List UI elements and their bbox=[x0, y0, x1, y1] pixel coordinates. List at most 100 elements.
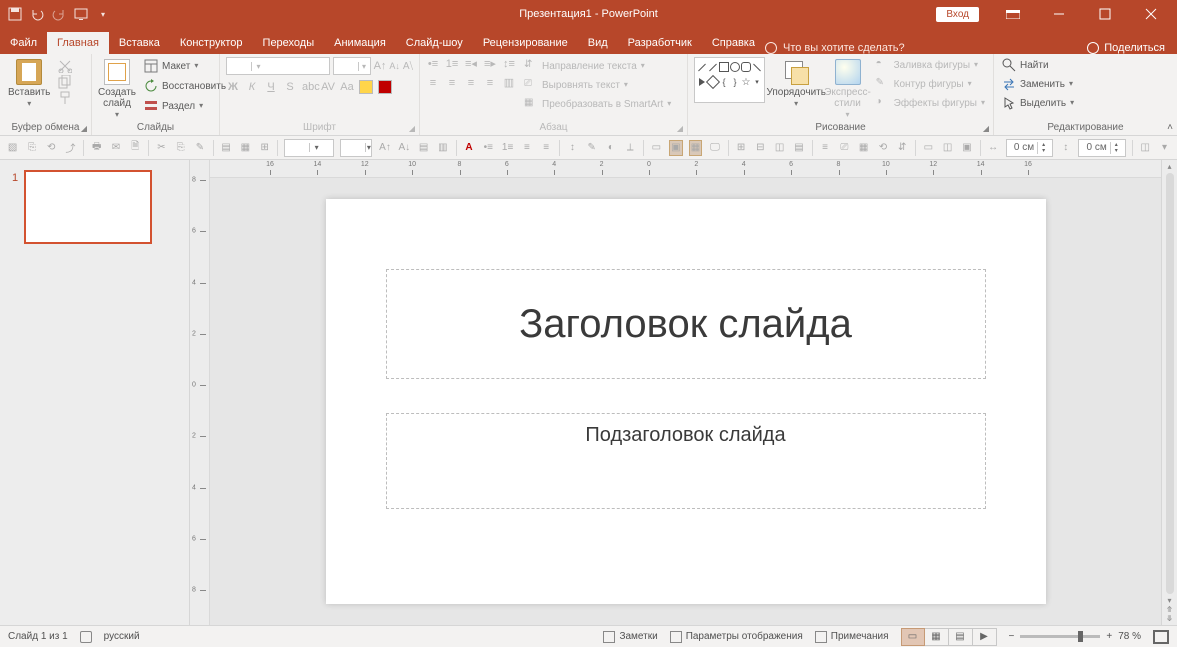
numbering-button[interactable]: 1≡ bbox=[445, 58, 459, 70]
change-case-button[interactable]: Aa bbox=[340, 81, 354, 93]
qat-icon[interactable]: A↑ bbox=[378, 140, 391, 156]
collapse-ribbon-icon[interactable]: ˄ bbox=[1167, 122, 1173, 133]
qat-icon[interactable]: ↕ bbox=[566, 140, 579, 156]
scroll-down-icon[interactable]: ▾ bbox=[1167, 596, 1171, 605]
qat-icon[interactable]: ▥ bbox=[436, 140, 449, 156]
dialog-launcher-icon[interactable]: ◢ bbox=[677, 124, 683, 133]
zoom-slider[interactable] bbox=[1020, 635, 1100, 638]
shadow-button[interactable]: abc bbox=[302, 81, 316, 93]
line-arrow-shape-icon[interactable] bbox=[709, 63, 717, 71]
tab-slideshow[interactable]: Слайд-шоу bbox=[396, 32, 473, 54]
line-spacing-button[interactable]: ↕≡ bbox=[502, 58, 516, 70]
share-button[interactable]: Поделиться bbox=[1075, 42, 1177, 54]
qat-icon[interactable]: ✎ bbox=[585, 140, 598, 156]
decrease-font-icon[interactable]: A↓ bbox=[389, 61, 400, 71]
qat-icon[interactable]: ⊞ bbox=[734, 140, 747, 156]
connector-shape-icon[interactable] bbox=[753, 63, 761, 71]
title-placeholder[interactable]: Заголовок слайда bbox=[386, 269, 986, 379]
shape-fill-button[interactable]: ◓Заливка фигуры▾ bbox=[874, 57, 987, 73]
star-shape-icon[interactable]: ☆ bbox=[742, 77, 751, 88]
zoom-out-icon[interactable]: − bbox=[1009, 631, 1015, 642]
rounded-rect-shape-icon[interactable] bbox=[741, 62, 751, 72]
qat-font-color[interactable]: A bbox=[462, 140, 475, 156]
shapes-gallery[interactable]: { } ☆ ▾ bbox=[694, 57, 765, 103]
shape-effects-button[interactable]: ◑Эффекты фигуры▾ bbox=[874, 95, 987, 111]
align-left-button[interactable]: ≡ bbox=[426, 77, 440, 89]
qat-icon[interactable]: ⤴ bbox=[64, 140, 77, 156]
subtitle-placeholder[interactable]: Подзаголовок слайда bbox=[386, 413, 986, 509]
tab-design[interactable]: Конструктор bbox=[170, 32, 253, 54]
undo-icon[interactable] bbox=[30, 7, 44, 21]
qat-icon[interactable]: ⎘ bbox=[25, 140, 38, 156]
qat-icon[interactable]: 🖵 bbox=[708, 140, 721, 156]
quick-styles-button[interactable]: Экспресс- стили ▾ bbox=[827, 57, 867, 119]
vertical-scrollbar[interactable]: ▴ ▾ ⤊ ⤋ bbox=[1161, 160, 1177, 625]
diamond-shape-icon[interactable] bbox=[706, 75, 720, 89]
tab-file[interactable]: Файл bbox=[0, 32, 47, 54]
notes-button[interactable]: Заметки bbox=[603, 631, 657, 643]
slide-thumbnail-pane[interactable]: 1 bbox=[0, 160, 190, 625]
shape-outline-button[interactable]: ✎Контур фигуры▾ bbox=[874, 76, 987, 92]
qat-icon[interactable]: ≡ bbox=[520, 140, 533, 156]
qat-icon[interactable]: ⎘ bbox=[174, 140, 187, 156]
paste-button[interactable]: Вставить ▾ bbox=[6, 57, 52, 108]
align-text-button[interactable]: ⎚Выровнять текст▾ bbox=[522, 77, 673, 93]
more-shapes-icon[interactable]: ▾ bbox=[755, 78, 759, 86]
replace-button[interactable]: Заменить▾ bbox=[1000, 76, 1076, 92]
char-spacing-button[interactable]: AV bbox=[321, 81, 335, 93]
tab-help[interactable]: Справка bbox=[702, 32, 765, 54]
prev-slide-icon[interactable]: ⤊ bbox=[1166, 605, 1173, 614]
arrange-button[interactable]: Упорядочить ▾ bbox=[771, 57, 821, 108]
underline-button[interactable]: Ч bbox=[264, 81, 278, 93]
tab-insert[interactable]: Вставка bbox=[109, 32, 170, 54]
minimize-button[interactable] bbox=[1037, 0, 1081, 28]
qat-icon[interactable]: ▭ bbox=[922, 140, 935, 156]
qat-icon[interactable]: ◫ bbox=[1139, 140, 1152, 156]
qat-icon[interactable]: ▤ bbox=[417, 140, 430, 156]
close-button[interactable] bbox=[1129, 0, 1173, 28]
tab-developer[interactable]: Разработчик bbox=[618, 32, 702, 54]
start-from-beginning-icon[interactable] bbox=[74, 7, 88, 21]
maximize-button[interactable] bbox=[1083, 0, 1127, 28]
qat-icon[interactable]: ◫ bbox=[773, 140, 786, 156]
font-name-mini[interactable]: ▾ bbox=[284, 139, 334, 157]
qat-icon[interactable]: ✂ bbox=[155, 140, 168, 156]
display-settings-button[interactable]: Параметры отображения bbox=[670, 631, 803, 643]
font-size-mini[interactable]: ▾ bbox=[340, 139, 372, 157]
save-icon[interactable] bbox=[8, 7, 22, 21]
brace-right-icon[interactable]: } bbox=[733, 77, 736, 87]
height-spinner[interactable]: 0 см▴▾ bbox=[1078, 139, 1125, 157]
qat-icon[interactable]: ▤ bbox=[219, 140, 232, 156]
slide-counter[interactable]: Слайд 1 из 1 bbox=[8, 631, 68, 642]
sign-in-button[interactable]: Вход bbox=[936, 7, 979, 22]
normal-view-button[interactable]: ▭ bbox=[901, 628, 925, 646]
find-button[interactable]: Найти bbox=[1000, 57, 1076, 73]
align-center-button[interactable]: ≡ bbox=[445, 77, 459, 89]
section-button[interactable]: Раздел▾ bbox=[142, 98, 228, 114]
zoom-control[interactable]: − + 78 % bbox=[1009, 631, 1141, 642]
qat-icon[interactable]: ⊞ bbox=[258, 140, 271, 156]
dialog-launcher-icon[interactable]: ◢ bbox=[81, 124, 87, 133]
strike-button[interactable]: S bbox=[283, 81, 297, 93]
convert-smartart-button[interactable]: ▦Преобразовать в SmartArt▾ bbox=[522, 96, 673, 112]
italic-button[interactable]: К bbox=[245, 81, 259, 93]
line-shape-icon[interactable] bbox=[698, 63, 706, 71]
oval-shape-icon[interactable] bbox=[730, 62, 740, 72]
highlight-color-button[interactable] bbox=[359, 80, 373, 94]
increase-indent-button[interactable]: ≡▸ bbox=[483, 57, 497, 70]
arrow-shape-icon[interactable] bbox=[699, 78, 705, 86]
text-direction-button[interactable]: ⇵Направление текста▾ bbox=[522, 58, 673, 74]
qat-icon[interactable]: ⟲ bbox=[45, 140, 58, 156]
ribbon-display-options-icon[interactable] bbox=[991, 0, 1035, 28]
zoom-in-icon[interactable]: + bbox=[1106, 631, 1112, 642]
align-right-button[interactable]: ≡ bbox=[464, 77, 478, 89]
qat-icon[interactable]: ▦ bbox=[689, 140, 703, 156]
qat-icon[interactable]: ⇵ bbox=[896, 140, 909, 156]
layout-button[interactable]: Макет▾ bbox=[142, 58, 228, 74]
new-slide-button[interactable]: Создать слайд ▾ bbox=[98, 57, 136, 119]
slide-sorter-button[interactable]: ▦ bbox=[925, 628, 949, 646]
qat-icon[interactable]: ▤ bbox=[792, 140, 805, 156]
redo-icon[interactable] bbox=[52, 7, 66, 21]
slide-thumbnail[interactable] bbox=[24, 170, 152, 244]
qat-icon[interactable]: ▦ bbox=[239, 140, 252, 156]
